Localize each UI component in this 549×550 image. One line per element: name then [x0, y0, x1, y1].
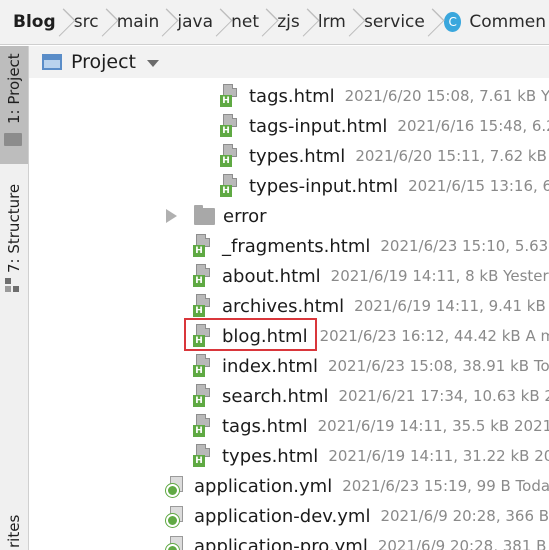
structure-tool-label: 7: Structure	[5, 183, 23, 273]
tree-item[interactable]: H index.html 2021/6/23 15:08, 38.91 kB To…	[29, 351, 549, 381]
yml-file-icon	[166, 505, 186, 527]
yml-file-icon	[166, 475, 186, 497]
file-meta: 2021/6/16 15:48, 6.2	[397, 117, 549, 135]
tree-item[interactable]: H types.html 2021/6/19 14:11, 31.22 kB 20…	[29, 441, 549, 471]
expand-arrow-icon[interactable]	[166, 209, 177, 223]
file-name: types.html	[222, 445, 319, 467]
file-meta: 2021/6/21 17:34, 10.63 kB 20	[338, 387, 549, 405]
file-meta: 2021/6/20 15:11, 7.62 kB Y	[355, 147, 549, 165]
file-meta: 2021/6/19 14:11, 35.5 kB 2021/	[317, 417, 549, 435]
project-tool-label: 1: Project	[5, 53, 23, 124]
html-file-icon: H	[193, 384, 213, 408]
class-icon: C	[444, 12, 462, 32]
tree-item[interactable]: H tags-input.html 2021/6/16 15:48, 6.2	[29, 111, 549, 141]
file-meta: 2021/6/15 13:16, 6.	[408, 177, 549, 195]
structure-icon	[5, 278, 21, 294]
file-meta: 2021/6/23 15:19, 99 B Today	[342, 477, 549, 495]
tree-item[interactable]: application-pro.yml 2021/6/9 20:28, 381 B…	[29, 531, 549, 550]
folder-icon	[4, 133, 22, 146]
breadcrumb: Blog src main java net zjs lrm service C…	[0, 0, 549, 45]
file-meta: 2021/6/19 14:11, 9.41 kB Ye	[354, 297, 549, 315]
tree-item[interactable]: H search.html 2021/6/21 17:34, 10.63 kB 2…	[29, 381, 549, 411]
file-meta: 2021/6/23 15:10, 5.63 k	[380, 237, 549, 255]
file-name: about.html	[222, 265, 321, 287]
favorites-tool-label: rites	[5, 514, 23, 548]
tree-folder-error[interactable]: error	[29, 201, 549, 231]
html-file-icon: H	[220, 84, 240, 108]
tree-item[interactable]: application-dev.yml 2021/6/9 20:28, 366 B…	[29, 501, 549, 531]
html-file-icon: H	[193, 414, 213, 438]
tree-item[interactable]: H about.html 2021/6/19 14:11, 8 kB Yester…	[29, 261, 549, 291]
file-name: tags-input.html	[249, 115, 388, 137]
project-view-icon	[42, 54, 62, 70]
tree-item[interactable]: H tags.html 2021/6/19 14:11, 35.5 kB 2021…	[29, 411, 549, 441]
yml-file-icon	[166, 535, 186, 550]
file-name: tags.html	[222, 415, 308, 437]
chevron-right-icon	[162, 0, 174, 44]
file-meta: 2021/6/20 15:08, 7.61 kB Ye	[344, 87, 549, 105]
html-file-icon: H	[193, 234, 213, 258]
chevron-right-icon	[303, 0, 315, 44]
html-file-icon: H	[220, 114, 240, 138]
tree-item[interactable]: H _fragments.html 2021/6/23 15:10, 5.63 k	[29, 231, 549, 261]
project-tool-button[interactable]: 1: Project	[0, 46, 28, 164]
tree-item[interactable]: H types.html 2021/6/20 15:11, 7.62 kB Y	[29, 141, 549, 171]
file-meta: 2021/6/23 15:08, 38.91 kB Toc	[327, 357, 549, 375]
file-name: application-pro.yml	[194, 535, 368, 550]
file-name: _fragments.html	[222, 235, 371, 257]
file-meta: 2021/6/9 20:28, 366 B 2	[380, 507, 549, 525]
tree-item[interactable]: H archives.html 2021/6/19 14:11, 9.41 kB …	[29, 291, 549, 321]
folder-icon	[194, 204, 215, 225]
breadcrumb-item-class[interactable]: Commen	[466, 12, 549, 32]
tree-item[interactable]: application.yml 2021/6/23 15:19, 99 B Tod…	[29, 471, 549, 501]
file-meta: 2021/6/19 14:11, 8 kB Yesterc	[330, 267, 549, 285]
tree-item[interactable]: H types-input.html 2021/6/15 13:16, 6.	[29, 171, 549, 201]
dropdown-arrow-icon[interactable]	[147, 59, 160, 67]
project-tree: H tags.html 2021/6/20 15:08, 7.61 kB Ye H…	[29, 81, 549, 550]
project-panel-header: Project	[29, 46, 549, 78]
file-name: archives.html	[222, 295, 345, 317]
file-name: index.html	[222, 355, 318, 377]
chevron-right-icon	[216, 0, 228, 44]
html-file-icon: H	[193, 444, 213, 468]
html-file-icon: H	[220, 144, 240, 168]
chevron-right-icon	[102, 0, 114, 44]
html-file-icon: H	[220, 174, 240, 198]
file-name: types-input.html	[249, 175, 399, 197]
file-name: application.yml	[194, 475, 333, 497]
chevron-right-icon	[262, 0, 274, 44]
tree-item[interactable]: H tags.html 2021/6/20 15:08, 7.61 kB Ye	[29, 81, 549, 111]
file-meta: 2021/6/9 20:28, 381 B 2	[377, 537, 549, 550]
chevron-right-icon	[59, 0, 71, 44]
file-name: search.html	[222, 385, 329, 407]
chevron-right-icon	[428, 0, 440, 44]
html-file-icon: H	[193, 294, 213, 318]
file-meta: 2021/6/19 14:11, 31.22 kB 202	[328, 447, 549, 465]
chevron-right-icon	[349, 0, 361, 44]
selection-highlight-box	[184, 318, 317, 351]
html-file-icon: H	[193, 264, 213, 288]
panel-title[interactable]: Project	[71, 51, 136, 73]
file-meta: 2021/6/23 16:12, 44.42 kB A mi	[319, 327, 549, 345]
folder-name: error	[223, 205, 267, 227]
file-name: types.html	[249, 145, 346, 167]
html-file-icon: H	[193, 354, 213, 378]
file-name: application-dev.yml	[194, 505, 371, 527]
file-name: tags.html	[249, 85, 335, 107]
